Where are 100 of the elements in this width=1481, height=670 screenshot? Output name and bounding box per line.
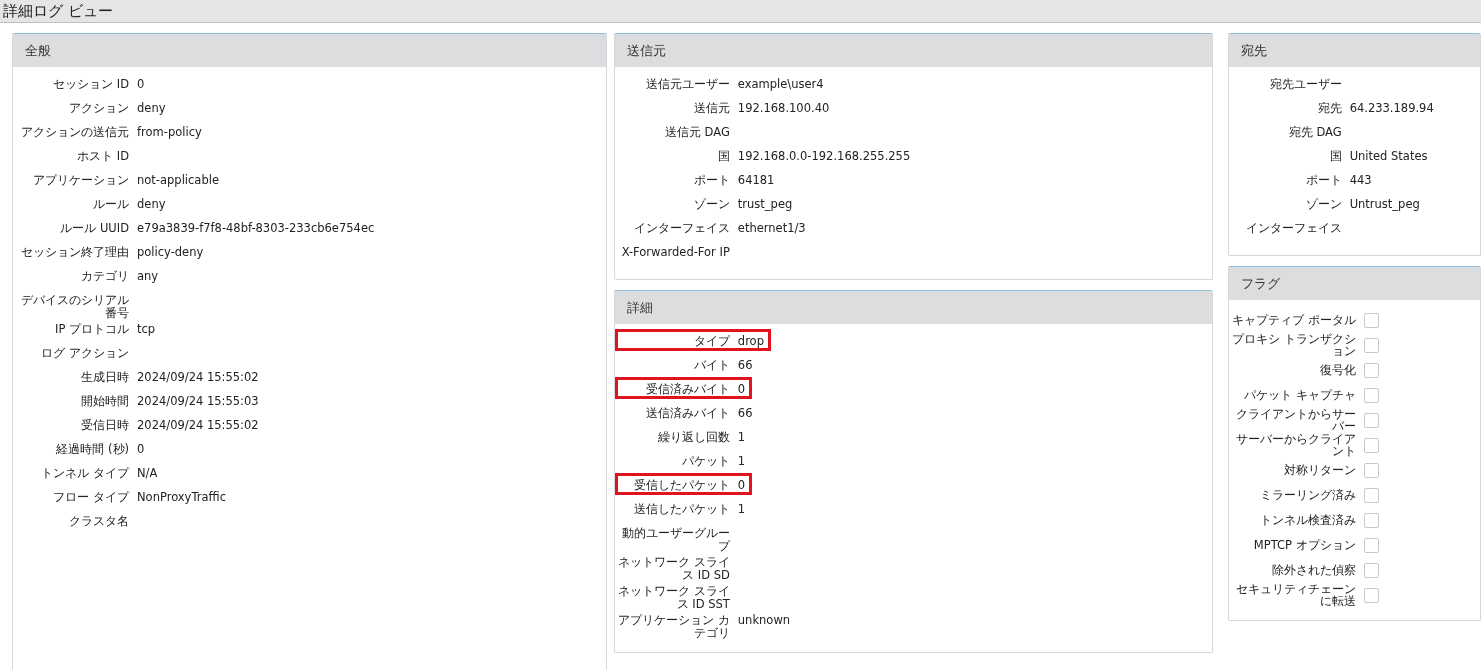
field-label: IP プロトコル (54, 321, 130, 336)
field-value: policy-deny (137, 244, 204, 259)
panel-title: 送信元 (626, 41, 666, 60)
checkbox[interactable] (1363, 312, 1379, 328)
field-label: インターフェイス (632, 220, 731, 235)
field-value: deny (137, 196, 166, 211)
field-value: 1 (737, 429, 746, 444)
field-value: 1 (737, 501, 746, 516)
field-value: N/A (137, 465, 158, 480)
field-value: United States (1349, 148, 1428, 163)
field-label: 国 (716, 148, 731, 163)
field-label: ネットワーク スライス ID SD (617, 554, 731, 582)
flag-label: 復号化 (1318, 364, 1356, 376)
field-value: 2024/09/24 15:55:03 (137, 393, 259, 408)
flag-label: ミラーリング済み (1258, 489, 1356, 501)
field-label: インターフェイス (1244, 220, 1343, 235)
flag-label: サーバーからクライアント (1234, 433, 1356, 457)
field-label: 国 (1328, 148, 1343, 163)
field-label: 宛先 (1316, 100, 1343, 115)
field-value: 66 (737, 405, 753, 420)
flag-label: MPTCP オプション (1252, 539, 1356, 551)
checkbox[interactable] (1363, 387, 1379, 403)
field-value: Untrust_peg (1349, 196, 1420, 211)
checkbox[interactable] (1363, 537, 1379, 553)
field-label: 受信日時 (80, 417, 130, 432)
field-value: 443 (1349, 172, 1372, 187)
field-value: 192.168.100.40 (737, 100, 830, 115)
field-label: アクション (68, 100, 130, 115)
flag-label: トンネル検査済み (1258, 514, 1356, 526)
field-label: 受信済みバイト (644, 381, 731, 396)
field-label: ホスト ID (76, 148, 130, 163)
checkbox[interactable] (1363, 437, 1379, 453)
field-value: ethernet1/3 (737, 220, 806, 235)
field-label: 送信元 (692, 100, 731, 115)
checkbox[interactable] (1363, 462, 1379, 478)
field-label: 開始時間 (80, 393, 130, 408)
flag-label: 除外された偵察 (1270, 564, 1356, 576)
field-label: フロー タイプ (52, 489, 131, 504)
field-label: パケット (680, 453, 731, 468)
field-value: NonProxyTraffic (137, 489, 226, 504)
field-label: ルール UUID (59, 220, 130, 235)
field-label: ネットワーク スライス ID SST (617, 583, 731, 611)
field-value: from-policy (137, 124, 202, 139)
field-value: 0 (137, 441, 145, 456)
field-value: 0 (737, 477, 746, 492)
field-label: ゾーン (692, 196, 731, 211)
field-label: アプリケーション カテゴリ (617, 612, 731, 640)
panel-title: 全般 (25, 41, 51, 60)
field-label: 送信元 DAG (663, 124, 731, 139)
field-value: e79a3839-f7f8-48bf-8303-233cb6e754ec (137, 220, 375, 235)
field-value: example\user4 (737, 76, 824, 91)
field-label: 動的ユーザーグループ (620, 525, 732, 553)
field-label: ゾーン (1304, 196, 1343, 211)
field-label: セッション ID (52, 76, 130, 91)
panel-title: フラグ (1240, 274, 1280, 293)
field-label: 受信したパケット (632, 477, 731, 492)
field-value: 2024/09/24 15:55:02 (137, 369, 259, 384)
field-label: ポート (1304, 172, 1343, 187)
flag-label: クライアントからサーバー (1234, 408, 1356, 432)
field-value: drop (737, 333, 764, 348)
field-label: ルール (92, 196, 130, 211)
field-value: 1 (737, 453, 746, 468)
field-label: トンネル タイプ (40, 465, 131, 480)
field-value: 192.168.0.0-192.168.255.255 (737, 148, 911, 163)
field-value: not-applicable (137, 172, 219, 187)
field-label: 送信元ユーザー (644, 76, 731, 91)
flag-label: 対称リターン (1282, 464, 1356, 476)
field-label: 繰り返し回数 (656, 429, 731, 444)
checkbox[interactable] (1363, 487, 1379, 503)
field-value: 64181 (737, 172, 775, 187)
field-label: デバイスのシリアル番号 (20, 292, 130, 320)
field-value: any (137, 268, 159, 283)
field-value: 66 (737, 357, 753, 372)
field-label: ログ アクション (40, 345, 130, 360)
field-label: セッション終了理由 (20, 244, 130, 259)
flag-label: キャプティブ ポータル (1230, 314, 1356, 326)
field-value: tcp (137, 321, 156, 336)
field-value: 0 (137, 76, 145, 91)
field-label: バイト (692, 357, 731, 372)
field-label: 生成日時 (80, 369, 130, 384)
field-value: 2024/09/24 15:55:02 (137, 417, 259, 432)
field-label: 経過時間 (秒) (55, 441, 130, 456)
field-label: ポート (692, 172, 731, 187)
checkbox[interactable] (1363, 337, 1379, 353)
field-value: deny (137, 100, 166, 115)
flag-label: プロキシ トランザクション (1230, 333, 1356, 357)
field-value: 0 (737, 381, 746, 396)
field-label: 送信したパケット (632, 501, 731, 516)
field-label: 宛先 DAG (1287, 124, 1343, 139)
field-label: アプリケーション (32, 172, 130, 187)
checkbox[interactable] (1363, 512, 1379, 528)
checkbox[interactable] (1363, 362, 1379, 378)
field-value: unknown (737, 612, 791, 627)
field-label: アクションの送信元 (20, 124, 130, 139)
checkbox[interactable] (1363, 562, 1379, 578)
flag-label: パケット キャプチャ (1242, 389, 1356, 401)
checkbox[interactable] (1363, 412, 1379, 428)
checkbox[interactable] (1363, 587, 1379, 603)
window-title: 詳細ログ ビュー (3, 1, 113, 21)
field-label: 送信済みバイト (644, 405, 731, 420)
